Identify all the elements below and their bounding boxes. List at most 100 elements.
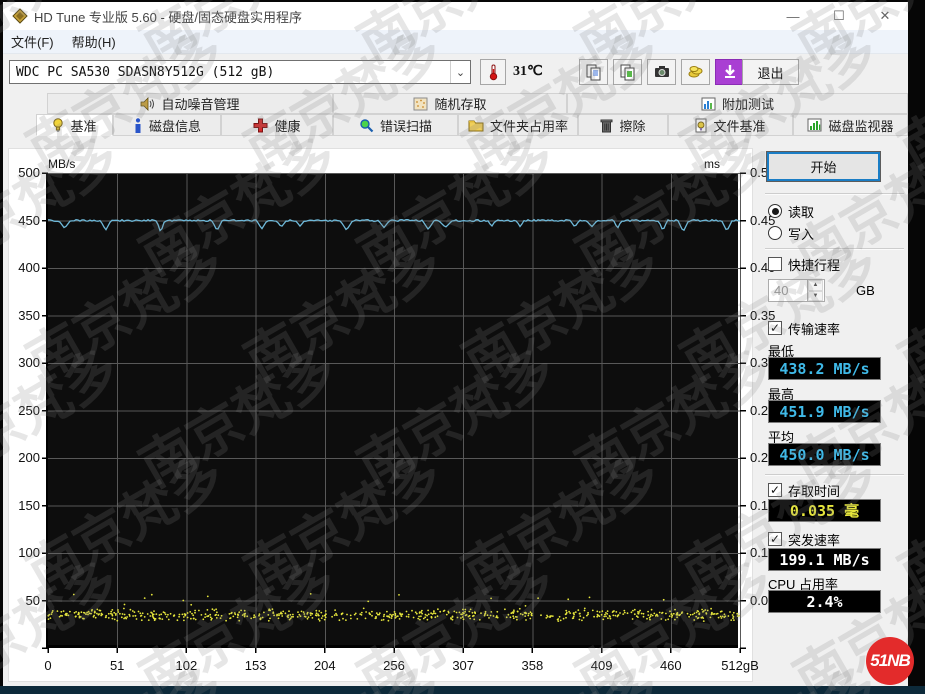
left-axis-tick-label: 200 (18, 450, 40, 465)
min-speed-display: 438.2 MB/s (768, 357, 881, 380)
x-axis-tick-label: 460 (659, 658, 682, 673)
menu-bar: 文件(F) 帮助(H) (3, 30, 908, 54)
benchmark-plot: 500 450 400 350 300 250 200 150 100 50 0.50 0.45 0.4… (18, 165, 775, 673)
avg-speed-display: 450.0 MB/s (768, 443, 881, 466)
cpu-usage-display: 2.4% (768, 590, 881, 613)
spinner[interactable]: ▲ ▼ (807, 280, 823, 301)
left-axis-tick-label: 150 (18, 497, 40, 513)
copy-text-button[interactable] (579, 59, 608, 85)
tab-disk-monitor[interactable]: 磁盘监视器 (793, 114, 908, 136)
tab-erase[interactable]: 擦除 (578, 114, 668, 136)
x-axis-tick-label: 256 (383, 658, 405, 673)
benchmark-controls: 开始 读取 写入 快捷行程 ▲▼ GB ✓ 传输速率 (763, 148, 908, 684)
exit-button[interactable]: 退出 (742, 59, 799, 85)
burst-rate-row[interactable]: ✓ 突发速率 (768, 531, 841, 548)
x-axis-tick-label: 0 (44, 658, 52, 673)
spinner-down-icon[interactable]: ▼ (808, 290, 823, 301)
tab-benchmark[interactable]: 基准 (36, 114, 113, 136)
burst-rate-label: 突发速率 (788, 532, 841, 548)
health-cross-icon (253, 118, 268, 132)
download-button[interactable] (715, 59, 744, 85)
separator (765, 248, 904, 250)
short-stroke-length-input[interactable] (769, 280, 807, 301)
left-axis-tick-label: 500 (18, 165, 40, 180)
donate-gold-icon (688, 66, 702, 78)
menu-help[interactable]: 帮助(H) (72, 32, 116, 51)
burst-rate-checkbox[interactable]: ✓ (768, 532, 782, 546)
minimize-button[interactable]: — (770, 2, 816, 30)
short-stroke-row[interactable]: 快捷行程 (768, 256, 841, 273)
x-axis-tick-label: 358 (521, 658, 544, 673)
tab-file-benchmark[interactable]: 文件基准 (668, 114, 793, 136)
chart-canvas (42, 172, 746, 653)
tab-label: 磁盘信息 (148, 118, 201, 134)
tab-auto-acoustic[interactable]: 自动噪音管理 (47, 93, 333, 114)
drive-selector[interactable]: WDC PC SA530 SDASN8Y512G (512 gB) ⌄ (9, 60, 471, 84)
speaker-icon (141, 96, 155, 111)
maximize-button[interactable]: ☐ (816, 2, 862, 30)
close-button[interactable]: ✕ (862, 2, 908, 30)
menu-file[interactable]: 文件(F) (11, 32, 54, 51)
x-axis-tick-label: 102 (175, 658, 198, 673)
access-time-row[interactable]: ✓ 存取时间 (768, 482, 841, 499)
tab-label: 错误扫描 (379, 118, 432, 134)
x-axis-tick-label: 204 (313, 658, 336, 673)
x-axis-tick-label: 51 (109, 658, 125, 673)
left-axis-tick-label: 50 (25, 592, 40, 608)
left-axis-tick-label: 350 (18, 307, 40, 323)
tab-folder-usage[interactable]: 文件夹占用率 (458, 114, 578, 136)
transfer-rate-label: 传输速率 (788, 321, 841, 337)
thermometer-icon (489, 64, 498, 81)
tab-label: 基准 (70, 118, 97, 134)
random-access-icon (413, 97, 428, 110)
spinner-up-icon[interactable]: ▲ (808, 280, 823, 291)
copy-image-button[interactable] (613, 59, 642, 85)
read-radio-row[interactable]: 读取 (768, 203, 815, 220)
donate-button[interactable] (681, 59, 710, 85)
tab-label: 文件夹占用率 (489, 118, 568, 134)
drive-selector-value: WDC PC SA530 SDASN8Y512G (512 gB) (16, 64, 275, 80)
tab-disk-info[interactable]: 磁盘信息 (113, 114, 221, 136)
transfer-rate-row[interactable]: ✓ 传输速率 (768, 320, 841, 337)
left-axis-tick-label: 400 (18, 260, 40, 275)
write-radio[interactable] (768, 226, 782, 240)
temperature-button[interactable] (480, 59, 506, 85)
toolbar: WDC PC SA530 SDASN8Y512G (512 gB) ⌄ 31℃ (3, 54, 908, 90)
temperature-value: 31℃ (513, 64, 543, 79)
left-axis-tick-label: 250 (18, 402, 40, 418)
left-axis-tick-label: 300 (18, 355, 40, 370)
screenshot-button[interactable] (647, 59, 676, 85)
extra-tests-icon (701, 97, 716, 110)
transfer-rate-checkbox[interactable]: ✓ (768, 321, 782, 335)
separator (765, 193, 904, 195)
tab-health[interactable]: 健康 (221, 114, 333, 136)
write-radio-row[interactable]: 写入 (768, 225, 815, 242)
access-time-label: 存取时间 (788, 483, 841, 499)
access-time-display: 0.035 毫 (768, 499, 881, 522)
x-axis-tick-label: 307 (452, 658, 475, 673)
tab-random-access[interactable]: 随机存取 (333, 93, 567, 114)
bottom-strip (0, 686, 925, 694)
short-stroke-length-field[interactable]: ▲▼ (768, 279, 825, 302)
file-benchmark-icon (695, 118, 707, 132)
start-button[interactable]: 开始 (766, 151, 881, 182)
left-axis-tick-label: 100 (18, 545, 40, 560)
tab-label: 文件基准 (713, 118, 766, 134)
write-radio-label: 写入 (788, 226, 815, 242)
read-radio[interactable] (768, 204, 782, 218)
x-axis-tick-label: 409 (590, 658, 613, 673)
short-stroke-checkbox[interactable] (768, 257, 782, 271)
tab-label: 随机存取 (434, 97, 487, 112)
access-time-checkbox[interactable]: ✓ (768, 483, 782, 497)
tab-extra-tests[interactable]: 附加测试 (567, 93, 908, 114)
tab-error-scan[interactable]: 错误扫描 (333, 114, 458, 136)
chevron-down-icon: ⌄ (450, 61, 470, 83)
title-bar: HD Tune 专业版 5.60 - 硬盘/固态硬盘实用程序 — ☐ ✕ (3, 2, 908, 30)
read-radio-label: 读取 (788, 204, 815, 220)
short-stroke-label: 快捷行程 (788, 257, 841, 273)
tab-label: 磁盘监视器 (828, 118, 894, 134)
left-axis-tick-label: 450 (18, 212, 40, 228)
burst-rate-display: 199.1 MB/s (768, 548, 881, 571)
tab-label: 自动噪音管理 (161, 97, 240, 112)
folder-usage-icon (468, 120, 484, 132)
